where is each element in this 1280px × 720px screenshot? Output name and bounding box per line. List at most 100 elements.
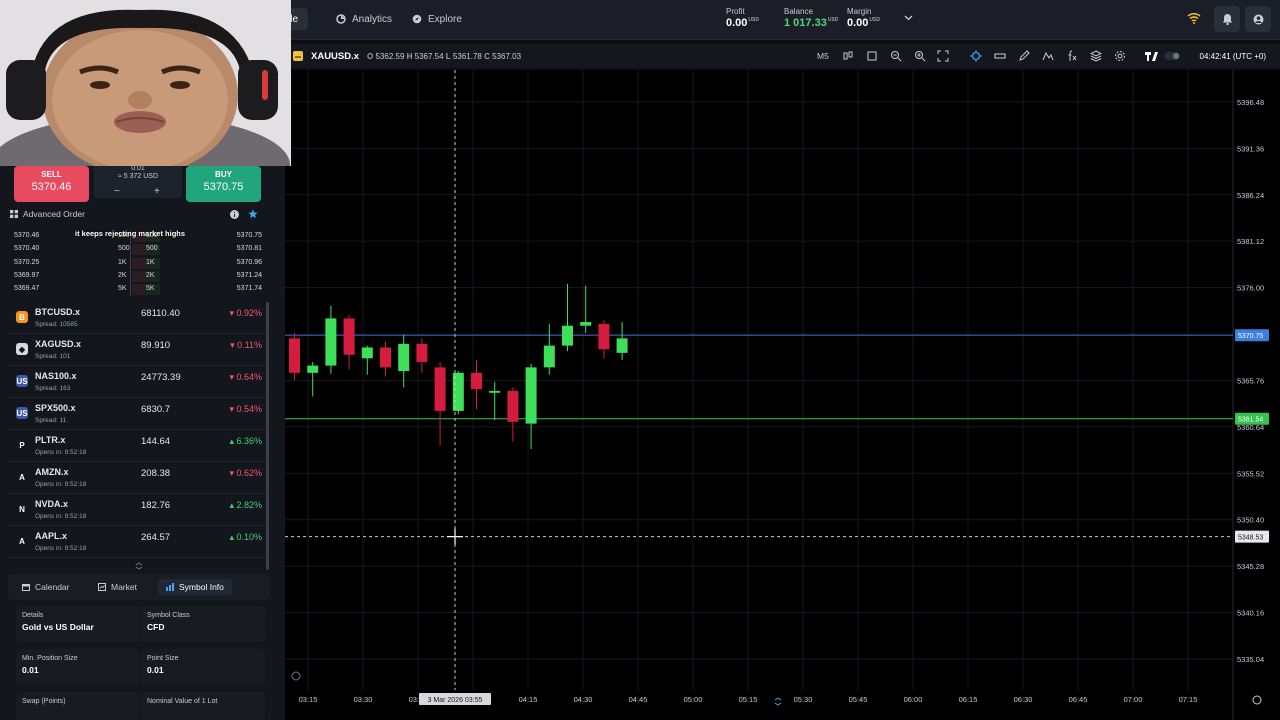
x-tick-label: 06:00 [904, 695, 923, 704]
info-point-size: Point Size 0.01 [141, 649, 265, 685]
crosshair-time-label: 3 Mar 2026 03:55 [428, 697, 483, 704]
symbol-change: ▾ 0.62% [229, 468, 262, 478]
tab-explore[interactable]: Explore [402, 8, 472, 30]
ask-price-label: 5370.75 [1238, 333, 1263, 340]
price-chart[interactable]: 5396.48 5391.36 5386.24 5381.12 5376.00 5370.… [285, 70, 1280, 720]
symbol-change: ▾ 0.64% [229, 372, 262, 382]
balance-value: 1 017.33 [784, 17, 827, 29]
watchlist-row[interactable]: A AAPL.x Opens in: 9:52:18 264.57 ▴ 0.10% [8, 526, 270, 558]
layers-icon[interactable] [1090, 50, 1102, 62]
star-icon[interactable] [248, 209, 258, 219]
crosshair-icon[interactable] [970, 50, 982, 62]
info-symbol-class: Symbol Class CFD [141, 606, 265, 642]
x-tick-label: 05:30 [794, 695, 813, 704]
chart-symbol[interactable]: XAUUSD.x [311, 51, 359, 62]
candle-body [489, 390, 501, 393]
bid-depth-bar [132, 257, 146, 269]
tab-symbol-info[interactable]: Symbol Info [158, 579, 232, 595]
depth-row: 5369.47 5K 5K 5371.74 [10, 283, 268, 296]
symbol-change: ▾ 0.92% [229, 308, 262, 318]
watchlist-row[interactable]: US SPX500.x Spread: 11 6830.7 ▾ 0.54% [8, 398, 270, 430]
profit-stat: Profit 0.00USD [726, 7, 759, 29]
candle-body [343, 318, 355, 355]
symbol-price: 144.64 [141, 436, 171, 447]
candle-body [452, 372, 464, 411]
rectangle-icon[interactable] [866, 50, 878, 62]
symbol-subtext: Spread: 101 [35, 353, 71, 360]
watchlist-row[interactable]: US NAS100.x Spread: 163 24773.39 ▾ 0.64% [8, 366, 270, 398]
grid-icon [10, 210, 18, 218]
quantity-stepper[interactable]: 0.01 ≈ 5 372 USD − + [94, 164, 182, 198]
toggle-switch-icon[interactable] [1163, 50, 1181, 62]
zoom-out-icon[interactable] [890, 50, 902, 62]
watchlist-row[interactable]: N NVDA.x Opens in: 9:52:18 182.76 ▴ 2.82% [8, 494, 270, 526]
symbol-change: ▾ 0.11% [230, 340, 262, 350]
notifications-button[interactable] [1214, 6, 1240, 32]
tab-analytics[interactable]: Analytics [326, 8, 402, 30]
info-details: Details Gold vs US Dollar [16, 606, 140, 642]
tab-market[interactable]: Market [90, 579, 145, 595]
decrease-quantity-button[interactable]: − [114, 186, 120, 197]
watchlist-row[interactable]: A AMZN.x Opens in: 9:52:18 208.38 ▾ 0.62% [8, 462, 270, 494]
candles-icon[interactable] [842, 50, 854, 62]
streamer-face-image [0, 0, 291, 166]
horizontal-line-icon[interactable] [994, 50, 1006, 62]
ask-size: 1K [146, 258, 155, 266]
bid-size: 2K [118, 271, 127, 279]
candle-body [289, 338, 300, 373]
symbol-price: 89.910 [141, 340, 171, 351]
bid-size: 5K [118, 285, 127, 293]
sell-button[interactable]: SELL 5370.46 [14, 166, 89, 202]
chevron-down-icon[interactable] [904, 15, 913, 21]
symbol-name: NAS100.x [35, 371, 77, 381]
advanced-order-toggle[interactable]: Advanced Order [10, 206, 268, 222]
buy-button[interactable]: BUY 5370.75 [186, 166, 261, 202]
symbol-logo-icon: A [16, 471, 28, 483]
symbol-name: XAGUSD.x [35, 339, 82, 349]
compass-icon [412, 14, 422, 24]
bid-depth-bar [132, 270, 146, 282]
chart-canvas[interactable]: 5396.48 5391.36 5386.24 5381.12 5376.00 5370.… [285, 70, 1280, 720]
pattern-icon[interactable] [1042, 50, 1054, 62]
ask-size: 500 [146, 245, 158, 253]
gear-icon[interactable] [1114, 50, 1126, 62]
zoom-in-icon[interactable] [914, 50, 926, 62]
symbol-price: 208.38 [141, 468, 171, 479]
pencil-icon[interactable] [1018, 50, 1030, 62]
symbol-subtext: Opens in: 9:52:18 [35, 545, 87, 552]
ask-size: 2K [146, 271, 155, 279]
y-tick-label: 5350.40 [1237, 516, 1264, 525]
watchlist-row[interactable]: ◆ XAGUSD.x Spread: 101 89.910 ▾ 0.11% [8, 334, 270, 366]
symbol-subtext: Opens in: 9:52:18 [35, 513, 87, 520]
watchlist-scrollbar[interactable] [266, 302, 269, 570]
symbol-price: 24773.39 [141, 372, 181, 383]
indicator-fx-icon[interactable] [1066, 50, 1078, 62]
profit-value: 0.00 [726, 17, 748, 29]
ask-price: 5370.75 [236, 232, 262, 239]
watchlist-row[interactable]: P PLTR.x Opens in: 9:52:18 144.64 ▴ 6.36% [8, 430, 270, 462]
watchlist-row[interactable]: B BTCUSD.x Spread: 10585 68110.40 ▾ 0.92% [8, 302, 270, 334]
tab-calendar[interactable]: Calendar [14, 579, 78, 595]
wifi-icon [1187, 12, 1201, 24]
candle-body [616, 338, 628, 353]
user-icon [1253, 14, 1263, 24]
fullscreen-icon[interactable] [937, 50, 949, 62]
x-tick-label: 06:30 [1014, 695, 1033, 704]
symbol-name: AAPL.x [35, 531, 68, 541]
bell-icon [1222, 14, 1232, 25]
symbol-subtext: Opens in: 9:52:18 [35, 449, 87, 456]
x-tick-label: 07:00 [1124, 695, 1143, 704]
x-tick-label: 03:30 [354, 695, 373, 704]
market-icon [98, 583, 106, 591]
x-tick-label: 04:15 [519, 695, 538, 704]
x-tick-label: 03:15 [299, 695, 318, 704]
increase-quantity-button[interactable]: + [154, 186, 160, 197]
symbol-price: 6830.7 [141, 404, 171, 415]
info-icon[interactable] [230, 210, 239, 219]
sell-price: 5370.46 [31, 181, 72, 193]
x-tick-label: 05:15 [739, 695, 758, 704]
account-button[interactable] [1245, 6, 1271, 32]
expand-handle-icon[interactable] [135, 562, 143, 570]
timeframe-button[interactable]: M5 [817, 51, 829, 61]
ohlc-readout: O 5362.59 H 5367.54 L 5361.78 C 5367.03 [367, 52, 522, 61]
